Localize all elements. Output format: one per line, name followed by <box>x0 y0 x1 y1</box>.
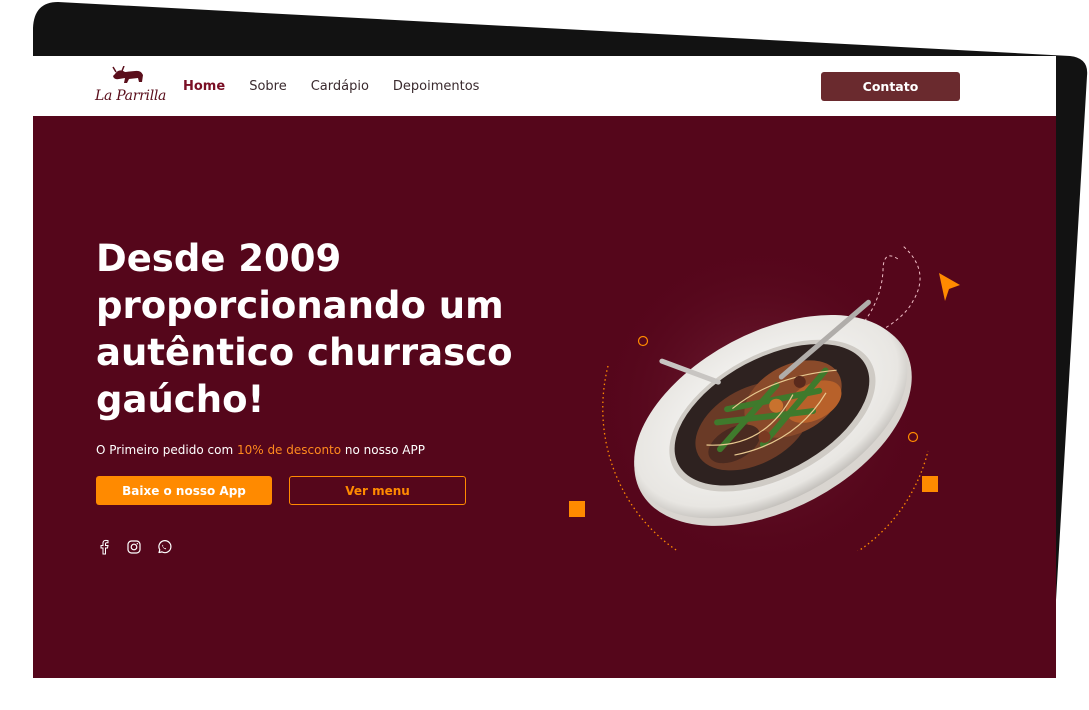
nav-link-depoimentos[interactable]: Depoimentos <box>393 79 480 94</box>
logo-wordmark: La Parrilla <box>95 88 167 104</box>
website-frame: La Parrilla Home Sobre Cardápio Depoimen… <box>33 56 1056 678</box>
promo-highlight: 10% de desconto <box>236 443 342 457</box>
nav-link-sobre[interactable]: Sobre <box>249 79 287 94</box>
brand-logo[interactable]: La Parrilla <box>95 65 167 108</box>
hero-illustration <box>553 211 973 551</box>
nav-link-cardapio[interactable]: Cardápio <box>311 79 369 94</box>
whatsapp-icon[interactable] <box>156 539 172 555</box>
social-links <box>96 539 172 555</box>
decor-square-right <box>922 476 938 492</box>
navbar: La Parrilla Home Sobre Cardápio Depoimen… <box>33 56 1056 116</box>
promo-text: O Primeiro pedido com 10% de desconto no… <box>96 443 425 457</box>
contact-button[interactable]: Contato <box>821 72 960 101</box>
hero-section: Desde 2009 proporcionando um autêntico c… <box>33 116 1056 678</box>
download-app-button[interactable]: Baixe o nosso App <box>96 476 272 505</box>
hero-headline: Desde 2009 proporcionando um autêntico c… <box>96 237 513 421</box>
promo-suffix: no nosso APP <box>341 443 425 457</box>
food-plate-image <box>588 241 960 551</box>
nav-links: Home Sobre Cardápio Depoimentos <box>183 79 479 94</box>
view-menu-button[interactable]: Ver menu <box>289 476 466 505</box>
decor-square-left <box>569 501 585 517</box>
nav-link-home[interactable]: Home <box>183 79 225 94</box>
facebook-icon[interactable] <box>96 539 112 555</box>
promo-prefix: O Primeiro pedido com <box>96 443 237 457</box>
instagram-icon[interactable] <box>126 539 142 555</box>
